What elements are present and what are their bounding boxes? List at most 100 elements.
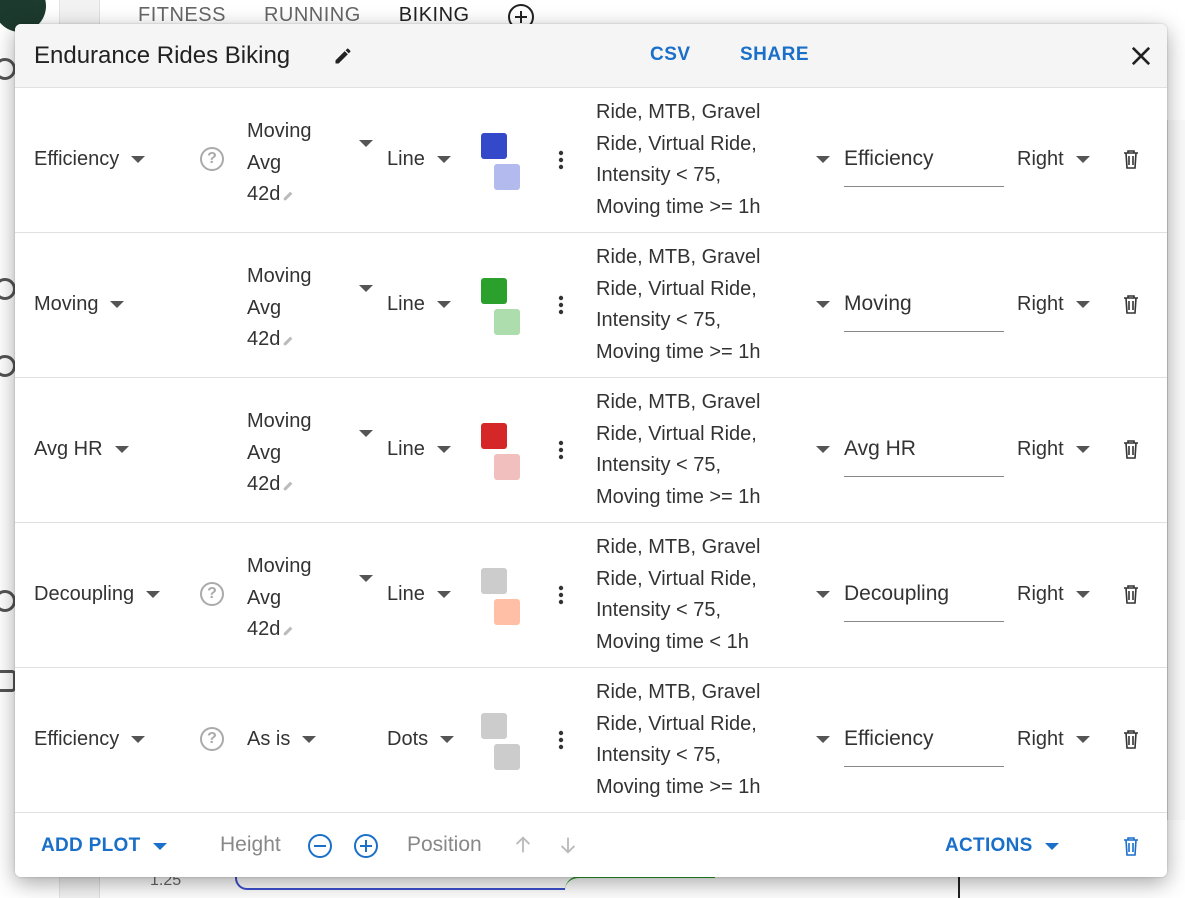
pencil-icon[interactable] [282,333,296,347]
secondary-color-swatch[interactable] [494,309,520,335]
chart-type-select[interactable]: Line [387,293,451,316]
axis-side-select[interactable]: Right [1017,728,1090,751]
series-label-input[interactable]: Efficiency [844,724,1004,767]
axis-side-select[interactable]: Right [1017,148,1090,171]
delete-row-icon[interactable] [1123,294,1139,314]
delete-all-icon[interactable] [1123,836,1139,856]
smoothing-line: 42d [247,473,281,495]
help-icon[interactable]: ? [200,147,224,171]
smoothing-select[interactable]: Moving Avg 42d [247,261,337,356]
primary-color-swatch[interactable] [481,133,507,159]
chevron-down-icon [1044,842,1059,850]
pencil-icon[interactable] [282,478,296,492]
metric-select[interactable]: Efficiency [34,728,146,751]
delete-row-icon[interactable] [1123,439,1139,459]
more-vert-icon[interactable] [558,150,564,170]
increase-height-icon[interactable] [354,834,378,858]
chevron-down-icon[interactable] [359,575,373,582]
smoothing-select[interactable]: Moving Avg 42d [247,116,337,211]
smoothing-select[interactable]: Moving Avg 42d [247,406,337,501]
metric-value: Efficiency [34,148,120,170]
nav-icon[interactable] [0,590,16,612]
add-plot-button[interactable]: ADD PLOT [41,835,167,857]
decrease-height-icon[interactable] [308,834,332,858]
close-icon[interactable] [1127,42,1155,70]
smoothing-line: Avg [247,296,282,319]
activity-filter[interactable]: Ride, MTB, Gravel Ride, Virtual Ride, Inte… [596,242,796,368]
more-vert-icon[interactable] [558,730,564,750]
chevron-down-icon[interactable] [816,446,830,453]
secondary-color-swatch[interactable] [494,454,520,480]
activity-filter[interactable]: Ride, MTB, Gravel Ride, Virtual Ride, Inte… [596,532,796,658]
chart-type-select[interactable]: Line [387,148,451,171]
more-vert-icon[interactable] [558,585,564,605]
primary-color-swatch[interactable] [481,423,507,449]
delete-row-icon[interactable] [1123,149,1139,169]
plot-row: Decoupling? Moving Avg 42d Line Ride, MTB, Gr… [15,523,1167,668]
filter-line: Ride, Virtual Ride, [596,277,757,300]
series-label-input[interactable]: Avg HR [844,434,1004,477]
chart-line-green [565,876,715,896]
chevron-down-icon[interactable] [359,430,373,437]
series-label-input[interactable]: Decoupling [844,579,1004,622]
chevron-down-icon[interactable] [359,285,373,292]
chevron-down-icon[interactable] [816,736,830,743]
share-button[interactable]: SHARE [740,44,809,66]
primary-color-swatch[interactable] [481,568,507,594]
axis-side-select[interactable]: Right [1017,438,1090,461]
smoothing-line: Moving [247,120,312,142]
delete-row-icon[interactable] [1123,584,1139,604]
actions-button[interactable]: ACTIONS [945,835,1059,857]
nav-icon[interactable] [0,278,16,300]
chart-type-select[interactable]: Dots [387,728,455,751]
primary-color-swatch[interactable] [481,278,507,304]
csv-button[interactable]: CSV [650,44,691,66]
arrow-down-icon[interactable] [557,833,579,857]
chevron-down-icon [152,842,167,850]
filter-line: Intensity < 75, [596,309,722,331]
delete-row-icon[interactable] [1123,729,1139,749]
filter-line: Ride, Virtual Ride, [596,422,757,445]
edit-title-icon[interactable] [333,46,353,66]
search-icon[interactable] [0,58,16,80]
secondary-color-swatch[interactable] [494,744,520,770]
activity-filter[interactable]: Ride, MTB, Gravel Ride, Virtual Ride, Inte… [596,677,796,803]
metric-select[interactable]: Moving [34,293,125,316]
axis-side-value: Right [1017,728,1064,750]
metric-select[interactable]: Avg HR [34,438,129,461]
chart-type-select[interactable]: Line [387,583,451,606]
help-icon[interactable]: ? [200,582,224,606]
secondary-color-swatch[interactable] [494,599,520,625]
metric-select[interactable]: Decoupling [34,583,161,606]
series-label-input[interactable]: Moving [844,289,1004,332]
arrow-up-icon[interactable] [512,833,534,857]
activity-filter[interactable]: Ride, MTB, Gravel Ride, Virtual Ride, Inte… [596,97,796,223]
more-vert-icon[interactable] [558,295,564,315]
help-icon[interactable]: ? [200,727,224,751]
metric-select[interactable]: Efficiency [34,148,146,171]
pencil-icon[interactable] [282,188,296,202]
axis-side-value: Right [1017,583,1064,605]
axis-side-select[interactable]: Right [1017,583,1090,606]
watch-icon[interactable] [0,355,16,377]
chart-type-select[interactable]: Line [387,438,451,461]
metric-value: Avg HR [34,438,103,460]
primary-color-swatch[interactable] [481,713,507,739]
activity-filter[interactable]: Ride, MTB, Gravel Ride, Virtual Ride, Inte… [596,387,796,513]
smoothing-select[interactable]: As is [247,728,317,751]
secondary-color-swatch[interactable] [494,164,520,190]
gear-icon[interactable] [0,670,16,692]
chevron-down-icon[interactable] [816,591,830,598]
series-label-input[interactable]: Efficiency [844,144,1004,187]
smoothing-select[interactable]: Moving Avg 42d [247,551,337,646]
more-vert-icon[interactable] [558,440,564,460]
chevron-down-icon[interactable] [816,301,830,308]
plot-row: Avg HR Moving Avg 42d Line Ride, MTB, Gravel R… [15,378,1167,523]
position-label: Position [407,833,482,856]
filter-line: Ride, MTB, Gravel [596,101,761,123]
chevron-down-icon[interactable] [816,156,830,163]
filter-line: Intensity < 75, [596,454,722,476]
pencil-icon[interactable] [282,623,296,637]
chevron-down-icon[interactable] [359,140,373,147]
axis-side-select[interactable]: Right [1017,293,1090,316]
